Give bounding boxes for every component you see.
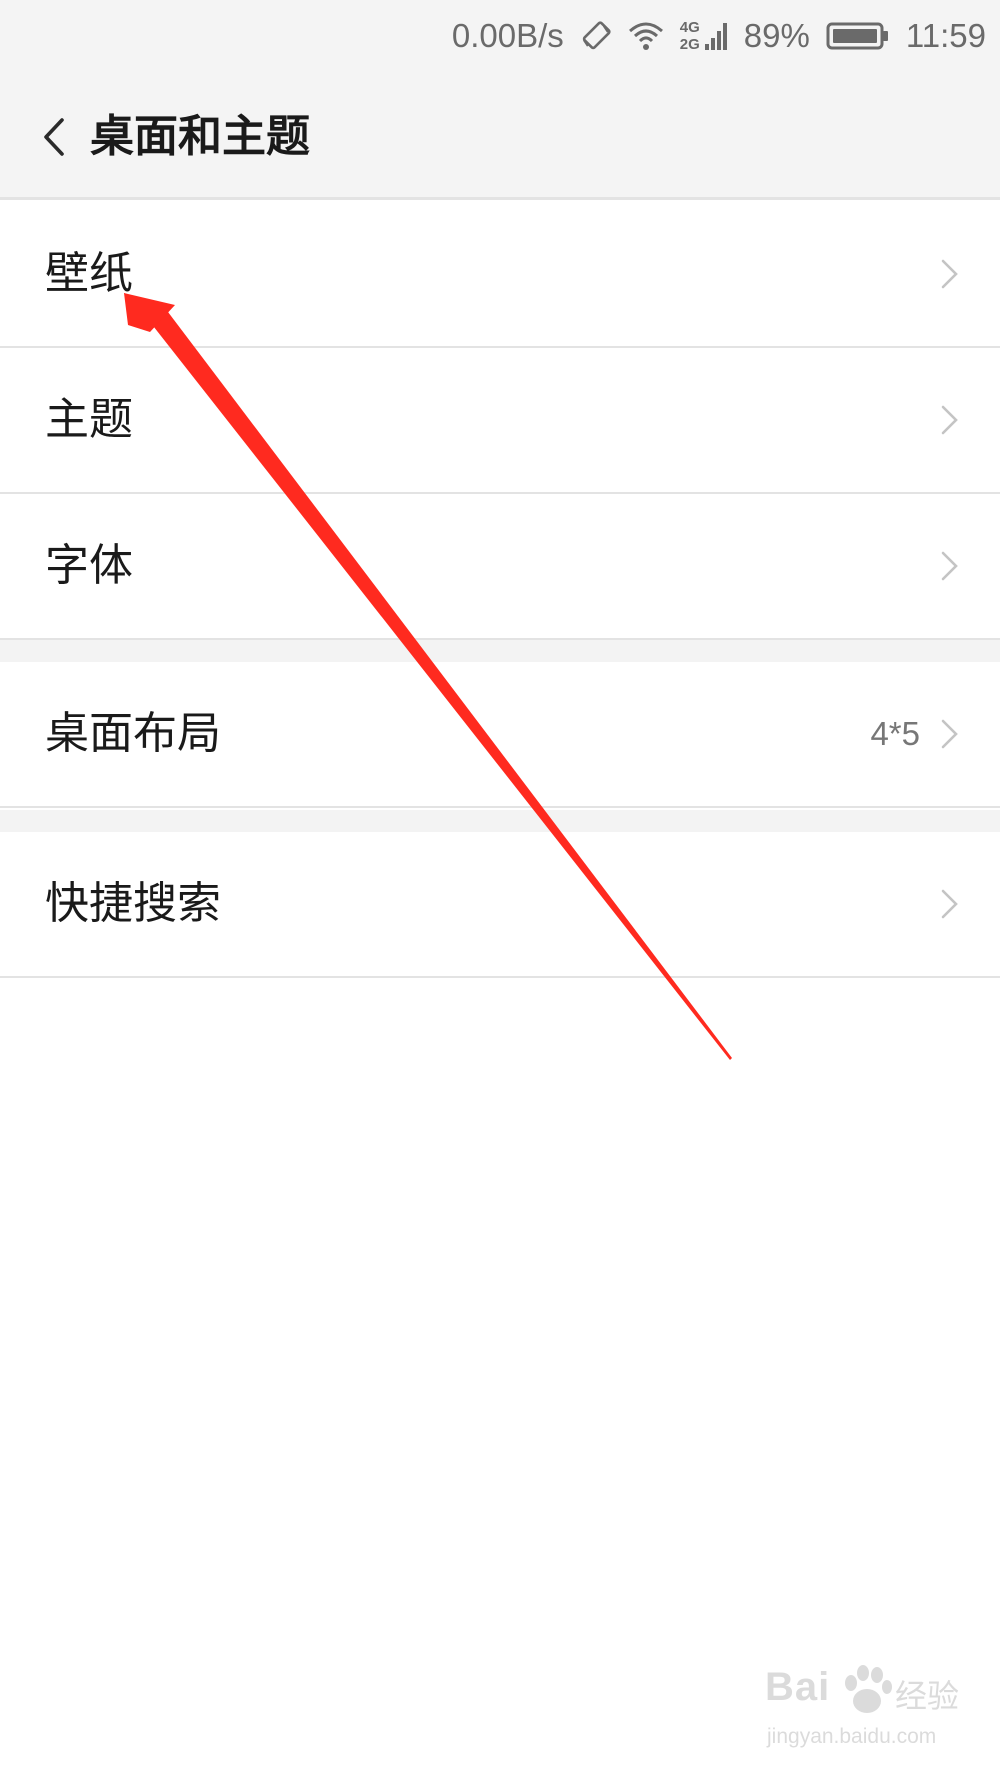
item-label: 主题 [45,394,133,445]
rotate-lock-icon [580,20,612,52]
battery-icon [826,21,890,51]
back-button[interactable] [34,112,74,162]
item-label: 桌面布局 [45,708,221,759]
status-bar: 0.00B/s 4G 2G 89% 11:59 [0,0,1000,72]
status-indicators: 0.00B/s 4G 2G 89% 11:59 [452,0,986,72]
chevron-right-icon [941,719,958,749]
section-divider [0,640,1000,662]
layout-value: 4*5 [870,715,920,752]
chevron-right-icon [941,259,958,289]
item-label: 快捷搜索 [45,878,221,929]
battery-percent: 89% [743,17,810,54]
watermark-brand: Bai [765,1665,831,1709]
section-divider [0,810,1000,832]
list-item-font[interactable]: 字体 [0,494,1000,640]
network-type-bottom: 2G [679,36,700,53]
list-item-theme[interactable]: 主题 [0,348,1000,494]
list-item-quick-search[interactable]: 快捷搜索 [0,832,1000,978]
watermark-brand-cn: 经验 [895,1677,960,1715]
cellular-signal-icon: 4G 2G [680,19,728,53]
item-label: 字体 [45,540,133,591]
app-header: 桌面和主题 [0,72,1000,200]
network-type-top: 4G [679,19,700,36]
item-label: 壁纸 [45,248,133,299]
watermark-url: jingyan.baidu.com [767,1725,937,1748]
list-item-desktop-layout[interactable]: 桌面布局 4*5 [0,662,1000,808]
paw-logo-icon [845,1665,892,1713]
chevron-right-icon [941,405,958,435]
clock: 11:59 [905,17,986,54]
network-speed: 0.00B/s [451,17,564,54]
chevron-right-icon [941,889,958,919]
settings-screen: 0.00B/s 4G 2G 89% 11:59 桌面和主题 壁纸 主题 字体 桌… [0,0,1000,1778]
chevron-right-icon [941,551,958,581]
baidu-watermark: Bai 经验 jingyan.baidu.com [765,1665,965,1765]
back-arrow-icon [44,118,64,156]
wifi-icon [628,21,664,51]
list-item-wallpaper[interactable]: 壁纸 [0,202,1000,348]
page-title: 桌面和主题 [90,111,310,162]
